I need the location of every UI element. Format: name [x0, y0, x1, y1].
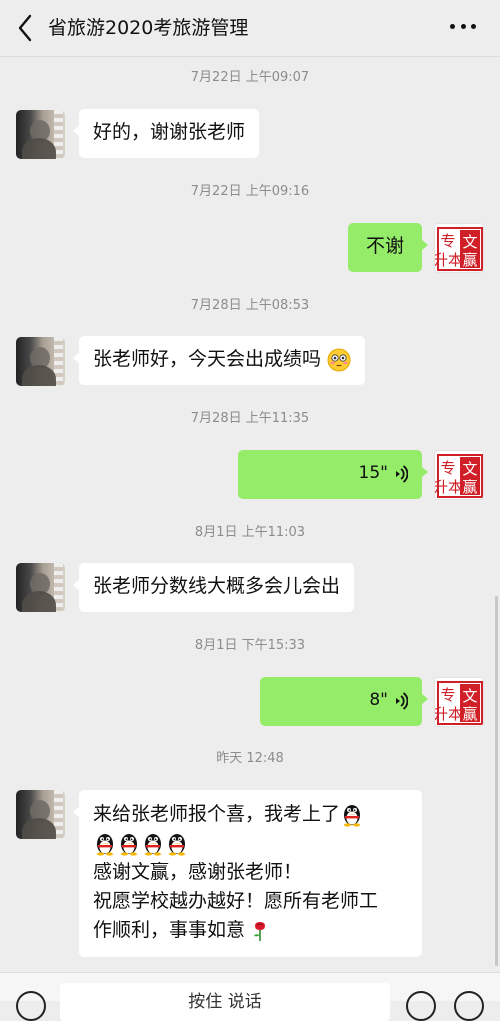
voice-message-outgoing[interactable]: 8" [260, 677, 428, 726]
chevron-left-icon[interactable] [14, 12, 38, 44]
avatar-logo[interactable]: 专升本文赢 [434, 677, 484, 727]
penguin-emoji-icon [121, 833, 137, 856]
message-bubble-incoming[interactable]: 张老师好，今天会出成绩吗 [72, 336, 366, 385]
message-bubble-incoming[interactable]: 张老师分数线大概多会儿会出 [72, 563, 355, 612]
penguin-emoji-icon [169, 833, 185, 856]
message-text: 作顺利，事事如意 [93, 919, 246, 941]
svg-text:文: 文 [462, 687, 477, 705]
voice-wave-icon [396, 691, 408, 710]
message-text: 祝愿学校越办越好！愿所有老师工 [93, 890, 379, 912]
voice-wave-icon [396, 464, 408, 483]
plus-icon[interactable] [454, 991, 484, 1021]
timestamp: 7月22日 上午09:07 [190, 70, 310, 85]
timestamp: 8月1日 下午15:33 [194, 638, 306, 653]
svg-text:专: 专 [440, 686, 455, 704]
svg-text:专: 专 [440, 232, 455, 250]
flushed-emoji-icon [327, 348, 351, 371]
message-text: 感谢文赢，感谢张老师！ [93, 861, 303, 883]
avatar-logo[interactable]: 专升本文赢 [434, 223, 484, 273]
page-title: 省旅游2020考旅游管理 [48, 17, 249, 39]
svg-text:赢: 赢 [462, 251, 477, 269]
timestamp: 7月28日 上午08:53 [190, 298, 310, 313]
message-bubble-incoming[interactable]: 来给张老师报个喜，我考上了 感谢文赢，感谢张老师！ 祝愿学校越办越好！愿所有老师… [73, 790, 422, 957]
message-list[interactable]: 7月22日 上午09:07 好的，谢谢张老师 7月22日 上午09:16 不谢 … [0, 57, 500, 972]
chat-header: 省旅游2020考旅游管理 [0, 0, 500, 57]
svg-text:升本: 升本 [435, 251, 463, 269]
input-bar: 按住 说话 [0, 972, 500, 1021]
penguin-emoji-icon [145, 833, 161, 856]
timestamp: 8月1日 上午11:03 [194, 525, 306, 540]
message-text: 好的，谢谢张老师 [93, 121, 246, 143]
scrollbar[interactable] [495, 596, 498, 966]
svg-text:文: 文 [462, 233, 477, 251]
message-text: 来给张老师报个喜，我考上了 [93, 803, 341, 825]
svg-text:赢: 赢 [462, 705, 477, 723]
svg-text:文: 文 [462, 460, 477, 478]
avatar[interactable] [16, 337, 65, 386]
svg-text:赢: 赢 [462, 478, 477, 496]
voice-duration: 8" [369, 690, 388, 710]
svg-text:升本: 升本 [435, 478, 463, 496]
svg-text:升本: 升本 [435, 705, 463, 723]
rose-emoji-icon [254, 921, 266, 941]
message-text: 不谢 [365, 235, 404, 257]
emoji-icon[interactable] [406, 991, 436, 1021]
timestamp: 7月28日 上午11:35 [190, 411, 310, 426]
voice-toggle-icon[interactable] [16, 991, 46, 1021]
avatar[interactable] [16, 563, 65, 612]
avatar[interactable] [16, 110, 65, 159]
message-bubble-incoming[interactable]: 好的，谢谢张老师 [72, 109, 260, 158]
timestamp: 昨天 12:48 [216, 751, 284, 766]
message-text: 张老师好，今天会出成绩吗 [93, 348, 322, 370]
voice-duration: 15" [358, 463, 388, 483]
penguin-emoji-icon [344, 804, 361, 827]
more-dots-icon[interactable] [450, 22, 476, 30]
voice-message-outgoing[interactable]: 15" [238, 450, 428, 499]
penguin-emoji-icon [97, 833, 113, 856]
avatar[interactable] [16, 790, 65, 839]
timestamp: 7月22日 上午09:16 [190, 184, 310, 199]
hold-to-talk-button[interactable]: 按住 说话 [60, 983, 390, 1021]
avatar-logo[interactable]: 专升本文赢 [434, 450, 484, 500]
svg-text:专: 专 [440, 459, 455, 477]
message-text: 张老师分数线大概多会儿会出 [93, 575, 341, 597]
message-bubble-outgoing[interactable]: 不谢 [348, 223, 428, 272]
